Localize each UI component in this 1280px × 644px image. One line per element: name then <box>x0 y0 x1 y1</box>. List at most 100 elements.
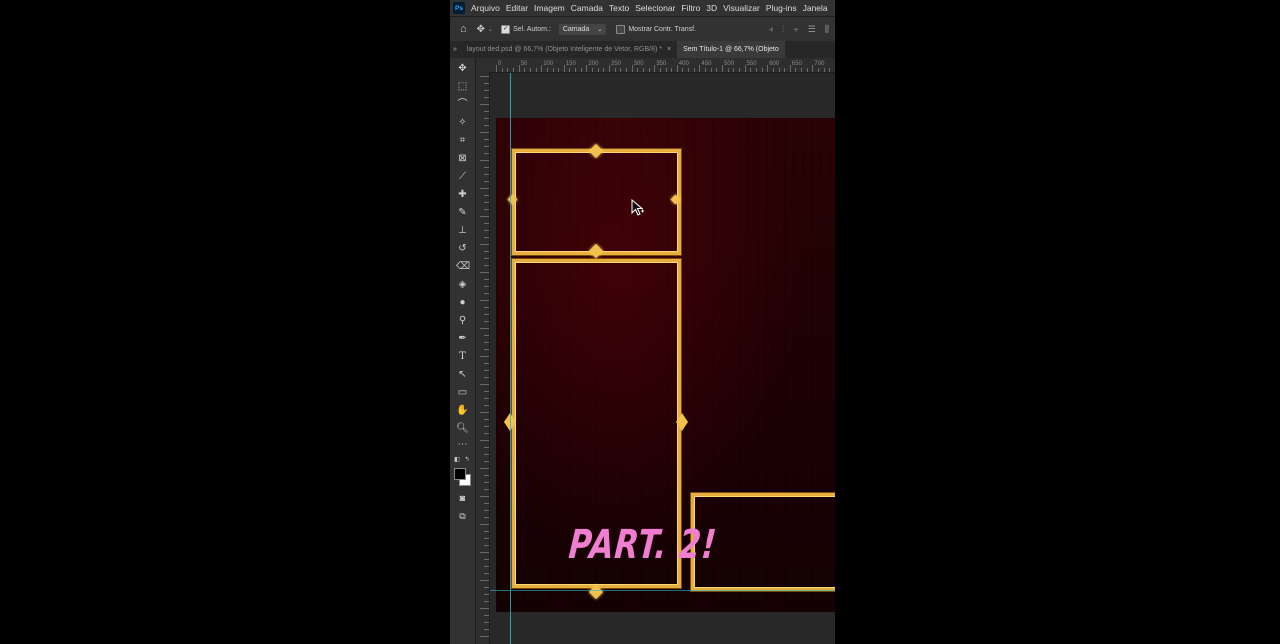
more-align-icon[interactable]: ⫼ <box>825 24 829 35</box>
ruler-tick <box>767 65 769 72</box>
ruler-tick <box>496 65 497 72</box>
tab-label: layout ded.psd @ 66,7% (Objeto Inteligen… <box>466 46 662 53</box>
ruler-tick <box>484 559 489 560</box>
ruler-tick <box>818 68 820 72</box>
ruler-tick <box>480 76 489 77</box>
ruler-tick <box>801 68 803 72</box>
clone-stamp-tool-icon[interactable]: ⊥ <box>456 224 469 237</box>
menu-camada[interactable]: Camada <box>571 3 603 13</box>
magic-wand-tool-icon[interactable]: ✧ <box>456 116 469 129</box>
checkmark-icon: ✓ <box>501 24 511 34</box>
align-center-icon[interactable]: ⫶ <box>782 24 784 35</box>
collapse-panel-icon[interactable]: » <box>453 46 457 53</box>
screen-mode-icon[interactable]: ⧉ <box>456 510 469 523</box>
menu-3d[interactable]: 3D <box>706 3 717 13</box>
ruler-tick <box>552 68 554 72</box>
ruler-tick <box>484 307 489 308</box>
tab-layout-ded[interactable]: layout ded.psd @ 66,7% (Objeto Inteligen… <box>461 41 677 58</box>
healing-brush-tool-icon[interactable]: ✚ <box>456 188 469 201</box>
tab-sem-titulo-1[interactable]: Sem Título-1 @ 66,7% (Objeto <box>677 41 785 58</box>
auto-select-target-dropdown[interactable]: Camada ⌄ <box>558 23 607 35</box>
path-selection-tool-icon[interactable]: ↖ <box>456 368 469 381</box>
lasso-tool-icon[interactable]: ⌒ <box>456 98 469 111</box>
swap-colors-icon[interactable]: ↰ <box>463 454 471 467</box>
foreground-color-swatch[interactable] <box>454 468 466 480</box>
ruler-tick <box>518 65 520 72</box>
ruler-label: 500 <box>724 61 735 67</box>
tab-label: Sem Título-1 @ 66,7% (Objeto <box>683 46 779 53</box>
ruler-tick <box>480 104 489 105</box>
align-right-icon[interactable]: ⫟ <box>793 24 798 35</box>
menu-selecionar[interactable]: Selecionar <box>635 3 675 13</box>
paint-bucket-tool-icon[interactable]: ◈ <box>456 278 469 291</box>
ruler-tick <box>484 153 489 154</box>
pen-tool-icon[interactable]: ✒ <box>456 332 469 345</box>
history-brush-tool-icon[interactable]: ↺ <box>456 242 469 255</box>
ruler-tick <box>541 65 543 72</box>
ruler-tick <box>484 363 489 364</box>
menu-texto[interactable]: Texto <box>609 3 629 13</box>
menu-bar: Ps Arquivo Editar Imagem Camada Texto Se… <box>450 0 835 16</box>
tool-preset-chevron-icon[interactable]: ⌄ <box>488 26 493 33</box>
tools-panel: ✥ ⬚ ⌒ ✧ ⌗ ⊠ ⟋ ✚ ✎ ⊥ ↺ ⌫ ◈ ● ⚲ ✒ T ↖ ▭ ✋ … <box>450 58 476 644</box>
home-icon[interactable]: ⌂ <box>460 23 467 35</box>
menu-janela[interactable]: Janela <box>803 3 828 13</box>
show-transform-label: Mostrar Contr. Transf. <box>628 25 697 33</box>
marquee-tool-icon[interactable]: ⬚ <box>456 80 469 93</box>
gold-frame-small[interactable] <box>512 149 681 255</box>
rectangle-tool-icon[interactable]: ▭ <box>456 386 469 399</box>
ruler-tick <box>484 594 489 595</box>
ruler-tick <box>609 65 610 72</box>
eraser-tool-icon[interactable]: ⌫ <box>456 260 470 273</box>
menu-imagem[interactable]: Imagem <box>534 3 565 13</box>
guide-horizontal[interactable] <box>490 590 835 591</box>
ruler-tick <box>484 433 489 434</box>
eyedropper-tool-icon[interactable]: ⟋ <box>456 170 469 183</box>
menu-visualizar[interactable]: Visualizar <box>723 3 760 13</box>
unchecked-box-icon <box>616 24 626 34</box>
ruler-tick <box>806 68 808 72</box>
brush-tool-icon[interactable]: ✎ <box>456 206 469 219</box>
ruler-label: 700 <box>814 61 825 67</box>
ruler-tick <box>484 419 489 420</box>
ruler-tick <box>484 111 489 112</box>
ruler-tick <box>716 68 718 72</box>
distribute-icon[interactable]: ☰ <box>808 24 816 35</box>
ruler-tick <box>480 552 489 553</box>
default-colors-icon[interactable]: ◧ <box>453 454 461 467</box>
hand-tool-icon[interactable]: ✋ <box>456 404 469 417</box>
align-left-icon[interactable]: ⫞ <box>769 24 774 35</box>
ruler-tick <box>484 447 489 448</box>
move-tool-icon[interactable]: ✥ <box>456 62 469 75</box>
ruler-tick <box>484 83 489 84</box>
quick-mask-icon[interactable]: ◙ <box>456 492 469 505</box>
show-transform-controls-checkbox[interactable]: Mostrar Contr. Transf. <box>616 24 697 34</box>
ruler-tick <box>563 65 565 72</box>
auto-select-checkbox[interactable]: ✓ Sel. Autom.: <box>501 24 551 34</box>
ruler-label: 550 <box>746 61 757 67</box>
type-tool-icon[interactable]: T <box>456 350 469 363</box>
menu-filtro[interactable]: Filtro <box>681 3 700 13</box>
zoom-tool-icon[interactable]: 🔍︎ <box>456 422 469 435</box>
dodge-tool-icon[interactable]: ⚲ <box>456 314 469 327</box>
ruler-tick <box>524 68 526 72</box>
menu-arquivo[interactable]: Arquivo <box>471 3 500 13</box>
ruler-vertical <box>476 72 490 644</box>
ruler-tick <box>484 545 489 546</box>
blur-tool-icon[interactable]: ● <box>456 296 469 309</box>
ruler-tick <box>671 68 673 72</box>
frame-tool-icon[interactable]: ⊠ <box>456 152 469 165</box>
move-tool-icon[interactable]: ✥ <box>477 24 485 35</box>
menu-plugins[interactable]: Plug-ins <box>766 3 797 13</box>
ruler-tick <box>484 202 489 203</box>
guide-vertical[interactable] <box>510 73 511 644</box>
move-cursor-icon <box>631 199 644 216</box>
chevron-down-icon: ⌄ <box>597 26 603 33</box>
ruler-tick <box>592 68 594 72</box>
more-tools-icon[interactable]: ⋯ <box>456 438 469 451</box>
close-icon[interactable]: × <box>667 46 671 53</box>
menu-editar[interactable]: Editar <box>506 3 528 13</box>
crop-tool-icon[interactable]: ⌗ <box>456 134 469 147</box>
ruler-tick <box>569 68 571 72</box>
ruler-tick <box>507 68 509 72</box>
